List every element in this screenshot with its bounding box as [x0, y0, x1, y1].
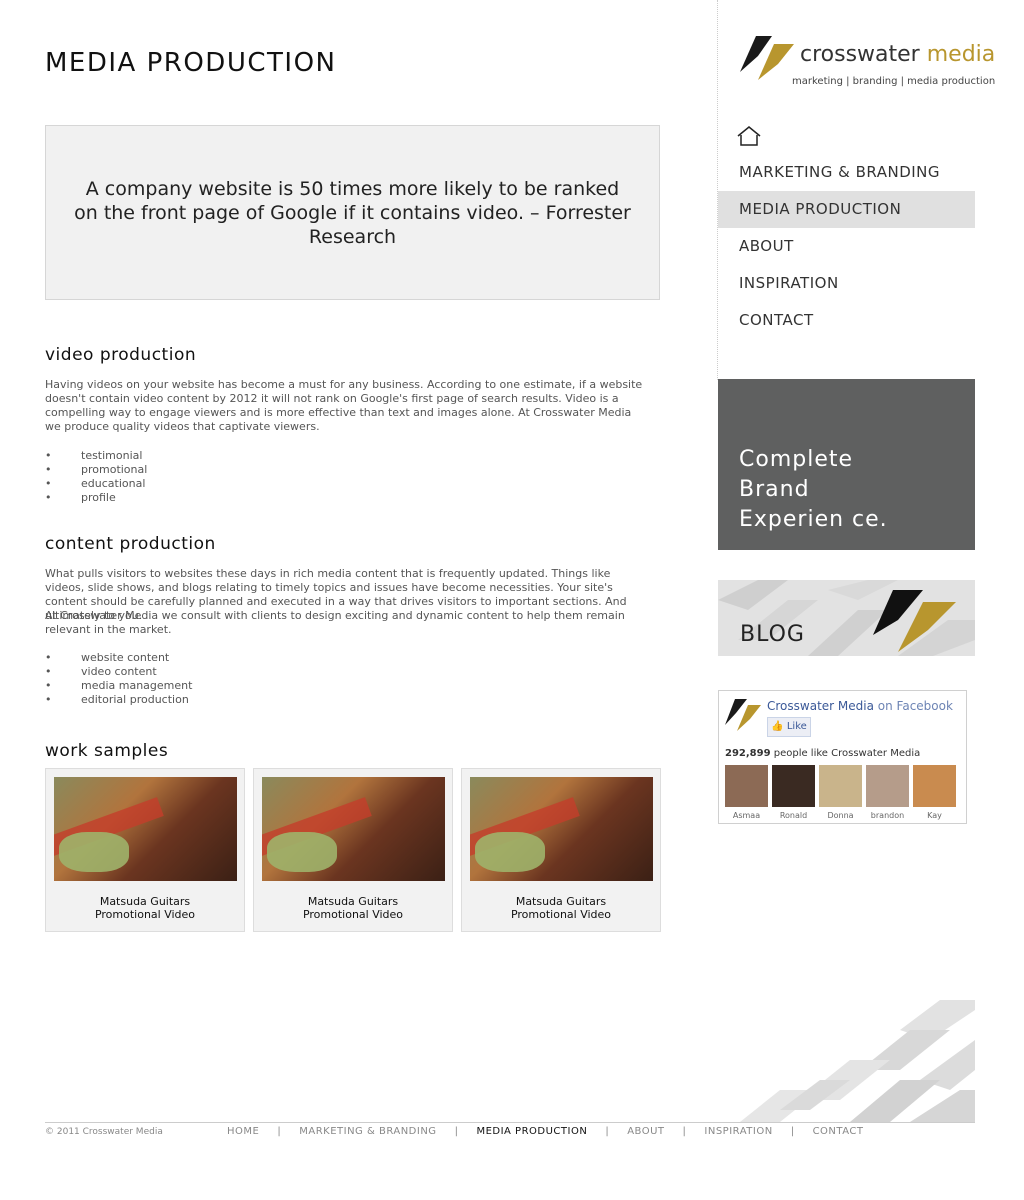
fb-fan-name[interactable]: Ronald: [780, 811, 807, 820]
fb-page-logo-icon: [725, 699, 761, 731]
logo-word-crosswater: crosswater: [800, 42, 920, 67]
avatar[interactable]: [725, 765, 768, 807]
fb-fan[interactable]: brandon: [866, 765, 909, 820]
banner-line2: Brand: [739, 477, 810, 502]
nav-item-media-production[interactable]: MEDIA PRODUCTION: [718, 191, 975, 228]
brand-experience-banner[interactable]: Complete Brand Experien ce.: [718, 379, 975, 550]
avatar[interactable]: [819, 765, 862, 807]
blog-label: BLOG: [740, 622, 805, 647]
avatar[interactable]: [772, 765, 815, 807]
fb-like-label: Like: [786, 721, 807, 732]
list-item: media management: [45, 679, 192, 693]
list-item: testimonial: [45, 449, 147, 463]
thumbs-up-icon: 👍: [771, 721, 784, 732]
avatar[interactable]: [866, 765, 909, 807]
sample-title-line2: Promotional Video: [94, 908, 196, 921]
footer-separator: |: [605, 1126, 610, 1137]
fb-fan-name[interactable]: brandon: [871, 811, 904, 820]
footer-link-inspiration[interactable]: INSPIRATION: [704, 1126, 772, 1137]
sample-title: Matsuda Guitars Promotional Video: [262, 895, 444, 921]
content-list: website content video content media mana…: [45, 651, 192, 707]
footer-nav: HOME | MARKETING & BRANDING | MEDIA PROD…: [227, 1126, 863, 1137]
sample-title-line1: Matsuda Guitars: [515, 895, 607, 908]
fb-fan-name[interactable]: Kay: [927, 811, 942, 820]
facebook-widget: Crosswater Media on Facebook 👍 Like 292,…: [718, 690, 967, 824]
fb-fan-list: Asmaa Ronald Donna brandon Kay: [725, 765, 956, 820]
sample-thumbnail[interactable]: [470, 777, 653, 881]
work-samples-heading: work samples: [45, 741, 169, 761]
footer-link-contact[interactable]: CONTACT: [813, 1126, 864, 1137]
sample-title: Matsuda Guitars Promotional Video: [470, 895, 652, 921]
footer-link-marketing-branding[interactable]: MARKETING & BRANDING: [299, 1126, 436, 1137]
sample-title-line2: Promotional Video: [510, 908, 612, 921]
fb-like-button[interactable]: 👍 Like: [767, 717, 811, 737]
footer-link-media-production[interactable]: MEDIA PRODUCTION: [476, 1126, 587, 1137]
nav-item-inspiration[interactable]: INSPIRATION: [718, 265, 975, 302]
footer-separator: |: [277, 1126, 282, 1137]
sample-card[interactable]: Matsuda Guitars Promotional Video: [253, 768, 453, 932]
footer-separator: |: [682, 1126, 687, 1137]
work-samples: Matsuda Guitars Promotional Video Matsud…: [45, 768, 661, 932]
video-paragraph: Having videos on your website has become…: [45, 378, 643, 433]
logo-tagline: marketing | branding | media production: [792, 76, 996, 87]
banner-text: Complete Brand Experien ce.: [739, 445, 888, 535]
video-list: testimonial promotional educational prof…: [45, 449, 147, 505]
footer-link-about[interactable]: ABOUT: [627, 1126, 664, 1137]
list-item: editorial production: [45, 693, 192, 707]
fb-like-count: 292,899 people like Crosswater Media: [725, 748, 920, 759]
video-heading: video production: [45, 345, 197, 365]
sample-thumbnail[interactable]: [54, 777, 237, 881]
quote-text: A company website is 50 times more likel…: [74, 177, 631, 248]
footer-separator: |: [454, 1126, 459, 1137]
fb-fan[interactable]: Ronald: [772, 765, 815, 820]
footer-link-home[interactable]: HOME: [227, 1126, 259, 1137]
content-heading: content production: [45, 534, 216, 554]
nav-item-about[interactable]: ABOUT: [718, 228, 975, 265]
footer: © 2011 Crosswater Media HOME | MARKETING…: [45, 1122, 975, 1137]
decorative-pattern-icon: [740, 1000, 975, 1122]
fb-fan[interactable]: Donna: [819, 765, 862, 820]
copyright: © 2011 Crosswater Media: [45, 1127, 163, 1137]
fb-count-number: 292,899: [725, 748, 771, 759]
nav-item-marketing-branding[interactable]: MARKETING & BRANDING: [718, 154, 975, 191]
fb-count-suffix: people like: [773, 748, 828, 759]
footer-separator: |: [790, 1126, 795, 1137]
logo-mark-icon: [740, 36, 794, 80]
nav-item-contact[interactable]: CONTACT: [718, 302, 975, 339]
home-icon[interactable]: [736, 125, 762, 147]
sample-card[interactable]: Matsuda Guitars Promotional Video: [45, 768, 245, 932]
list-item: educational: [45, 477, 147, 491]
fb-fan-name[interactable]: Donna: [827, 811, 853, 820]
fb-page-link[interactable]: Crosswater Media: [767, 699, 874, 713]
fb-count-page: Crosswater Media: [831, 748, 921, 759]
list-item: promotional: [45, 463, 147, 477]
main-nav: MARKETING & BRANDING MEDIA PRODUCTION AB…: [718, 154, 975, 339]
logo-wordmark: crosswater media: [800, 42, 995, 67]
blog-banner[interactable]: BLOG: [718, 580, 975, 656]
sample-title-line2: Promotional Video: [302, 908, 404, 921]
quote-box: A company website is 50 times more likel…: [45, 125, 660, 300]
banner-line1: Complete: [739, 447, 854, 472]
avatar[interactable]: [913, 765, 956, 807]
fb-fan[interactable]: Kay: [913, 765, 956, 820]
list-item: profile: [45, 491, 147, 505]
sample-title: Matsuda Guitars Promotional Video: [54, 895, 236, 921]
page-title: MEDIA PRODUCTION: [45, 48, 337, 78]
logo-word-media: media: [926, 42, 996, 67]
content-paragraph-2: At Crosswater Media we consult with clie…: [45, 609, 625, 636]
list-item: website content: [45, 651, 192, 665]
fb-on-facebook[interactable]: on Facebook: [878, 699, 953, 713]
fb-fan-name[interactable]: Asmaa: [733, 811, 760, 820]
sample-title-line1: Matsuda Guitars: [99, 895, 191, 908]
banner-line3: Experien ce.: [739, 507, 888, 532]
sample-card[interactable]: Matsuda Guitars Promotional Video: [461, 768, 661, 932]
list-item: video content: [45, 665, 192, 679]
sample-title-line1: Matsuda Guitars: [307, 895, 399, 908]
fb-fan[interactable]: Asmaa: [725, 765, 768, 820]
logo[interactable]: crosswater media marketing | branding | …: [738, 34, 995, 94]
sample-thumbnail[interactable]: [262, 777, 445, 881]
fb-page-name[interactable]: Crosswater Media on Facebook: [767, 699, 953, 713]
